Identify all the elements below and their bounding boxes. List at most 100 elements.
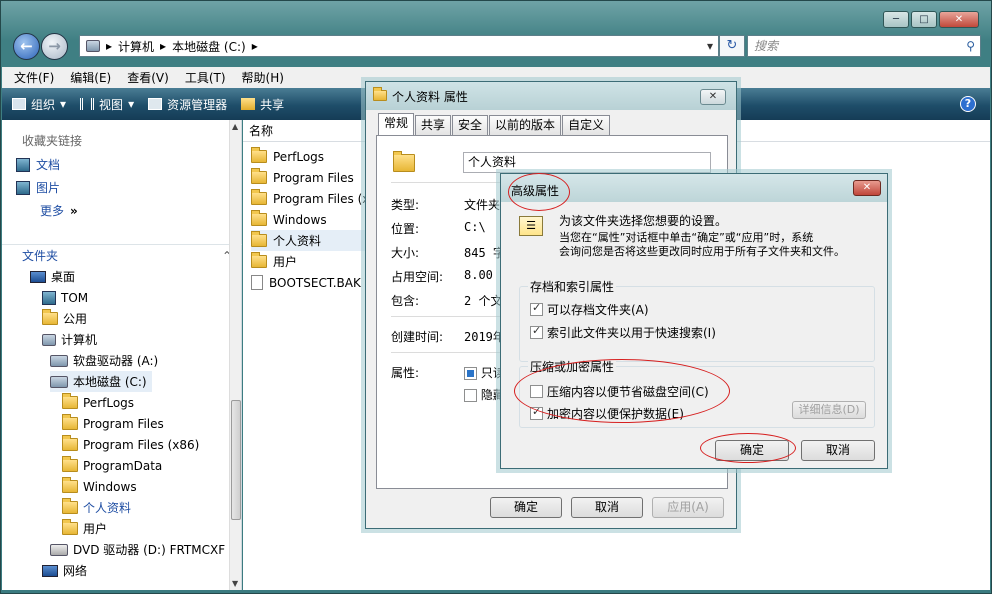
scroll-up-icon[interactable]: ▲	[232, 122, 238, 131]
window-controls: ─ □ ✕	[883, 11, 979, 28]
folder-icon	[251, 252, 267, 268]
size-value: 845 字	[464, 246, 505, 260]
forward-button[interactable]: →	[41, 33, 68, 60]
dialog-close-button[interactable]: ✕	[700, 89, 726, 105]
menu-file[interactable]: 文件(F)	[14, 69, 54, 86]
share-button[interactable]: 共享	[241, 96, 284, 113]
tree-item-label: 计算机	[61, 333, 98, 347]
favorite-documents[interactable]: 文档	[16, 156, 60, 173]
file-label: 个人资料	[273, 234, 322, 248]
checkbox[interactable]	[530, 324, 543, 339]
folder-name-field[interactable]: 个人资料	[463, 152, 711, 173]
navigation-pane: 收藏夹链接 文档 图片 更多 » 文件夹 ⌃ 桌面 TOM 公用 计算机 软盘驱…	[2, 120, 242, 590]
tree-item-programdata[interactable]: ProgramData	[62, 455, 162, 476]
tree-item-network[interactable]: 网络	[42, 560, 87, 581]
compress-option[interactable]: 压缩内容以便节省磁盘空间(C)	[530, 383, 709, 400]
menu-view[interactable]: 查看(V)	[127, 69, 169, 86]
close-button[interactable]: ✕	[939, 11, 979, 28]
tab-security[interactable]: 安全	[452, 115, 489, 135]
file-label: Windows	[273, 212, 327, 227]
scroll-thumb[interactable]	[231, 400, 241, 520]
tree-item-users[interactable]: 用户	[62, 518, 107, 539]
tree-scrollbar[interactable]: ▲ ▼	[229, 120, 241, 590]
ok-button[interactable]: 确定	[715, 440, 789, 461]
checkbox[interactable]	[530, 301, 543, 316]
back-button[interactable]: ←	[13, 33, 40, 60]
chevron-down-icon[interactable]: ▾	[702, 39, 718, 53]
file-item[interactable]: 用户	[251, 251, 297, 272]
minimize-button[interactable]: ─	[883, 11, 909, 28]
encrypt-option[interactable]: 加密内容以便保护数据(E)	[530, 405, 684, 422]
tree-item-public[interactable]: 公用	[42, 308, 87, 329]
checkbox[interactable]	[464, 389, 477, 402]
hidden-checkbox[interactable]: 隐藏	[464, 386, 505, 403]
tree-item-program-files[interactable]: Program Files	[62, 413, 164, 434]
tree-item-label: 软盘驱动器 (A:)	[73, 354, 159, 368]
tree-item-personal[interactable]: 个人资料	[62, 497, 131, 518]
type-value: 文件夹	[464, 198, 501, 212]
file-item[interactable]: Windows	[251, 209, 327, 230]
tree-item-local-disk[interactable]: 本地磁盘 (C:)	[50, 371, 152, 392]
dialog-close-button[interactable]: ✕	[853, 180, 881, 196]
created-value: 2019年	[464, 330, 505, 344]
checkbox[interactable]	[530, 385, 543, 398]
tree-item-windows[interactable]: Windows	[62, 476, 137, 497]
file-item[interactable]: BOOTSECT.BAK	[251, 272, 361, 293]
maximize-button[interactable]: □	[911, 11, 937, 28]
file-item[interactable]: Program Files (x	[251, 188, 369, 209]
menu-help[interactable]: 帮助(H)	[242, 69, 284, 86]
refresh-button[interactable]: ↻	[719, 35, 745, 57]
breadcrumb-computer[interactable]: 计算机	[118, 38, 154, 55]
search-input[interactable]: 搜索 ⚲	[747, 35, 981, 57]
back-arrow-icon: ←	[20, 37, 33, 55]
search-icon[interactable]: ⚲	[966, 36, 975, 56]
menu-tools[interactable]: 工具(T)	[185, 69, 226, 86]
favorite-more[interactable]: 更多 »	[40, 202, 78, 219]
tree-item-tom[interactable]: TOM	[42, 287, 88, 308]
details-button[interactable]: 详细信息(D)	[792, 401, 866, 419]
favorite-pictures[interactable]: 图片	[16, 179, 60, 196]
chevron-down-icon: ▾	[128, 97, 135, 111]
ok-button[interactable]: 确定	[490, 497, 562, 518]
computer-icon	[42, 333, 56, 346]
file-label: BOOTSECT.BAK	[269, 275, 361, 290]
menu-edit[interactable]: 编辑(E)	[70, 69, 111, 86]
tab-general[interactable]: 常规	[378, 113, 415, 135]
index-option[interactable]: 索引此文件夹以用于快速搜索(I)	[530, 324, 716, 341]
apply-button[interactable]: 应用(A)	[652, 497, 724, 518]
file-item[interactable]: PerfLogs	[251, 146, 324, 167]
checkbox[interactable]	[530, 405, 543, 420]
view-button[interactable]: 视图 ▾	[80, 96, 134, 113]
scroll-down-icon[interactable]: ▼	[232, 579, 238, 588]
tristate-checkbox[interactable]	[464, 367, 477, 380]
tab-sharing[interactable]: 共享	[415, 115, 452, 135]
readonly-checkbox[interactable]: 只读	[464, 364, 505, 381]
folders-header[interactable]: 文件夹 ⌃	[2, 244, 242, 266]
file-item-selected[interactable]: 个人资料	[251, 230, 371, 251]
explorer-icon	[148, 98, 163, 110]
organize-button[interactable]: 组织 ▾	[12, 96, 66, 113]
tree-item-label: 公用	[63, 312, 88, 326]
cancel-button[interactable]: 取消	[571, 497, 643, 518]
explorer-button[interactable]: 资源管理器	[148, 96, 227, 113]
archive-option[interactable]: 可以存档文件夹(A)	[530, 301, 649, 318]
tree-item-computer[interactable]: 计算机	[42, 329, 97, 350]
tree-item-label: 桌面	[51, 270, 76, 284]
created-label: 创建时间:	[391, 330, 444, 344]
address-bar[interactable]: ▸ 计算机 ▸ 本地磁盘 (C:) ▸ ▾	[79, 35, 719, 57]
tree-item-floppy[interactable]: 软盘驱动器 (A:)	[50, 350, 158, 371]
tree-item-program-files-x86[interactable]: Program Files (x86)	[62, 434, 199, 455]
tree-item-dvd[interactable]: DVD 驱动器 (D:) FRTMCXF	[50, 539, 225, 560]
file-item[interactable]: Program Files	[251, 167, 354, 188]
cancel-button[interactable]: 取消	[801, 440, 875, 461]
folder-icon	[62, 435, 78, 451]
location-value: C:\	[464, 220, 486, 234]
breadcrumb-local-disk[interactable]: 本地磁盘 (C:)	[172, 38, 246, 55]
help-icon[interactable]: ?	[960, 96, 976, 112]
tree-item-perflogs[interactable]: PerfLogs	[62, 392, 134, 413]
tab-customize[interactable]: 自定义	[562, 115, 611, 135]
tree-item-label: 用户	[83, 522, 108, 536]
tab-previous-versions[interactable]: 以前的版本	[489, 115, 562, 135]
tree-item-desktop[interactable]: 桌面	[30, 266, 75, 287]
breadcrumb-separator: ▸	[160, 39, 167, 53]
